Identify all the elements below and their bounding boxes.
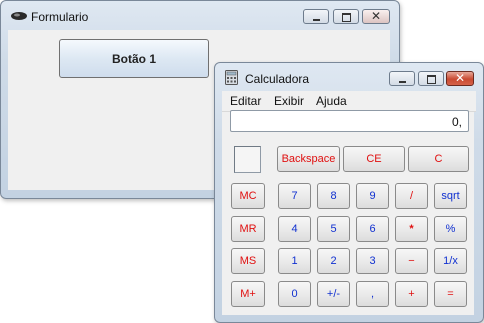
- digit-2-key[interactable]: 2: [317, 248, 350, 274]
- mplus-key[interactable]: M+: [231, 281, 265, 307]
- maximize-icon: [342, 13, 351, 22]
- calculator-display: 0,: [230, 110, 469, 132]
- botao-1-button[interactable]: Botão 1: [59, 39, 209, 78]
- sqrt-key[interactable]: sqrt: [434, 183, 467, 209]
- decimal-key[interactable]: ,: [356, 281, 389, 307]
- digit-5-key[interactable]: 5: [317, 216, 350, 242]
- formulario-close-button[interactable]: ✕: [362, 9, 390, 24]
- calculadora-title: Calculadora: [245, 72, 310, 86]
- subtract-key[interactable]: −: [395, 248, 428, 274]
- equals-key[interactable]: =: [434, 281, 467, 307]
- memory-indicator: [234, 146, 261, 173]
- backspace-key[interactable]: Backspace: [277, 146, 340, 172]
- sign-toggle-key[interactable]: +/-: [317, 281, 350, 307]
- ms-key[interactable]: MS: [231, 248, 265, 274]
- digit-0-key[interactable]: 0: [278, 281, 311, 307]
- mr-key[interactable]: MR: [231, 216, 265, 242]
- mc-key[interactable]: MC: [231, 183, 265, 209]
- calculadora-menubar: Editar Exibir Ajuda: [222, 91, 476, 112]
- close-icon: ✕: [454, 71, 466, 85]
- c-key[interactable]: C: [408, 146, 469, 172]
- ce-key[interactable]: CE: [343, 146, 405, 172]
- minimize-icon: [313, 19, 320, 21]
- reciprocal-key[interactable]: 1/x: [434, 248, 467, 274]
- digit-9-key[interactable]: 9: [356, 183, 389, 209]
- percent-key[interactable]: %: [434, 216, 467, 242]
- formulario-app-icon: [11, 12, 27, 20]
- minimize-icon: [399, 81, 406, 83]
- multiply-key[interactable]: *: [395, 216, 428, 242]
- calculadora-close-button[interactable]: ✕: [446, 71, 474, 86]
- digit-4-key[interactable]: 4: [278, 216, 311, 242]
- menu-editar[interactable]: Editar: [230, 94, 261, 108]
- calculadora-window: Calculadora ✕ Editar Exibir Ajuda 0, Bac…: [214, 62, 484, 323]
- add-key[interactable]: +: [395, 281, 428, 307]
- digit-3-key[interactable]: 3: [356, 248, 389, 274]
- digit-7-key[interactable]: 7: [278, 183, 311, 209]
- calculadora-titlebar[interactable]: Calculadora ✕: [215, 63, 483, 93]
- formulario-title: Formulario: [31, 10, 89, 24]
- calculadora-maximize-button[interactable]: [418, 71, 444, 86]
- maximize-icon: [427, 75, 436, 84]
- digit-1-key[interactable]: 1: [278, 248, 311, 274]
- menu-ajuda[interactable]: Ajuda: [316, 94, 347, 108]
- menu-exibir[interactable]: Exibir: [274, 94, 304, 108]
- digit-8-key[interactable]: 8: [317, 183, 350, 209]
- calculadora-minimize-button[interactable]: [389, 71, 415, 86]
- calculator-app-icon: [225, 70, 238, 85]
- divide-key[interactable]: /: [395, 183, 428, 209]
- formulario-minimize-button[interactable]: [303, 9, 329, 24]
- formulario-maximize-button[interactable]: [333, 9, 359, 24]
- digit-6-key[interactable]: 6: [356, 216, 389, 242]
- formulario-titlebar[interactable]: Formulario ✕: [1, 1, 399, 31]
- close-icon: ✕: [370, 9, 382, 23]
